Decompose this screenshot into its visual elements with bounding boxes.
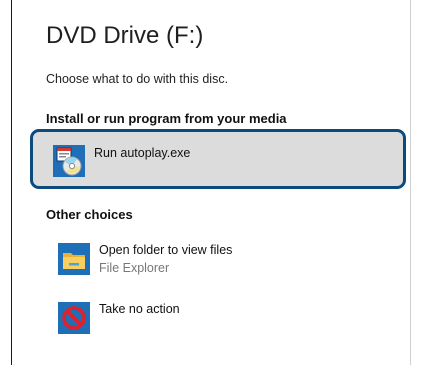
option-label: Run autoplay.exe — [94, 146, 191, 160]
dialog-title: DVD Drive (F:) — [46, 22, 204, 49]
autoplay-exe-icon — [53, 145, 85, 177]
no-action-icon — [58, 302, 90, 334]
dialog-subtitle: Choose what to do with this disc. — [46, 72, 229, 86]
option-label: Open folder to view files — [99, 243, 233, 257]
option-take-no-action[interactable]: Take no action — [34, 290, 404, 347]
window-edge-right — [410, 0, 411, 365]
option-run-autoplay[interactable]: Run autoplay.exe — [30, 129, 406, 189]
option-open-folder[interactable]: Open folder to view files File Explorer — [34, 231, 404, 288]
section-heading-install: Install or run program from your media — [46, 111, 287, 126]
option-label: Take no action — [99, 302, 180, 316]
section-heading-other: Other choices — [46, 207, 133, 222]
folder-icon — [58, 243, 90, 275]
option-sublabel: File Explorer — [99, 261, 170, 275]
